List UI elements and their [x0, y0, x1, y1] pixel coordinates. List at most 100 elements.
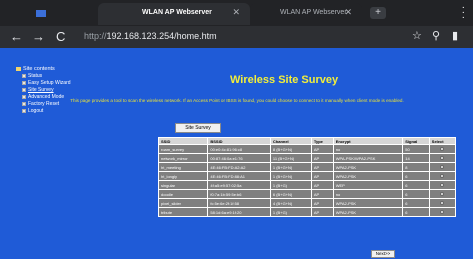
- table-cell: doodle: [157, 189, 209, 199]
- file-icon: [22, 88, 26, 92]
- table-cell: 4E:46:FB:FD:88:A1: [207, 171, 271, 181]
- sidebar-item-status[interactable]: Status: [22, 73, 96, 79]
- select-cell: [428, 144, 457, 154]
- table-cell: WEP: [332, 180, 404, 190]
- table-cell: f0:7a:1b:59:5e:b6: [207, 189, 271, 199]
- table-cell: 8 (B+G+N): [269, 144, 312, 154]
- site-survey-button[interactable]: Site Survey: [175, 123, 221, 133]
- table-cell: AP: [310, 180, 334, 190]
- url-field[interactable]: http://192.168.123.254/home.htm: [84, 31, 217, 41]
- select-cell: [428, 153, 457, 163]
- select-cell: [428, 198, 457, 208]
- site-contents-tree: Site contents Status Easy Setup Wizard S…: [16, 66, 96, 114]
- next-button[interactable]: Next>>: [371, 250, 395, 258]
- table-cell: AP: [310, 162, 334, 172]
- close-icon[interactable]: ✕: [232, 7, 240, 18]
- address-bar: ← → C http://192.168.123.254/home.htm ☆ …: [0, 26, 473, 48]
- select-cell: [428, 189, 457, 199]
- table-cell: WPA2-PSK: [332, 198, 404, 208]
- sidebar-item-logout[interactable]: Logout: [22, 108, 96, 114]
- url-protocol: http://: [84, 31, 107, 41]
- forward-arrow-icon[interactable]: →: [32, 29, 45, 45]
- table-cell: 8: [402, 162, 430, 172]
- column-header: Signal: [402, 137, 430, 145]
- table-cell: pixel_slider: [157, 198, 209, 208]
- select-radio[interactable]: [440, 191, 445, 196]
- select-radio[interactable]: [440, 182, 445, 187]
- page-description: This page provides a tool to scan the wi…: [70, 98, 404, 103]
- table-cell: network_mirror: [157, 153, 209, 163]
- table-row: tribute 58:1d:6a:e9:1f:20 1 (B+G) AP WPA2-PS…: [157, 207, 457, 217]
- select-radio[interactable]: [440, 155, 445, 160]
- select-radio[interactable]: [440, 164, 445, 169]
- table-row: ht_longly 4E:46:FB:FD:88:A1 1 (B+G+N) AP WPA…: [157, 171, 457, 181]
- table-row: doodle f0:7a:1b:59:5e:b6 6 (B+G+N) AP no 6: [157, 189, 457, 199]
- tab-title: WLAN AP Webserver: [280, 9, 347, 16]
- survey-table: SSID BSSID Channel Type Encrypt Signal S…: [157, 137, 457, 217]
- select-radio[interactable]: [440, 173, 445, 178]
- table-cell: 6 (B+G+N): [269, 189, 312, 199]
- table-cell: AP: [310, 207, 334, 217]
- table-cell: 6: [402, 189, 430, 199]
- web-page: Site contents Status Easy Setup Wizard S…: [0, 48, 473, 259]
- column-header: Channel: [269, 137, 312, 145]
- sidebar-item-site-survey[interactable]: Site Survey: [22, 87, 96, 93]
- select-cell: [428, 207, 457, 217]
- table-cell: 58:1d:6a:e9:1f:20: [207, 207, 271, 217]
- table-cell: AP: [310, 198, 334, 208]
- new-tab-button[interactable]: +: [370, 7, 386, 19]
- table-cell: 6: [402, 198, 430, 208]
- table-cell: singular: [157, 180, 209, 190]
- reload-icon[interactable]: C: [56, 29, 65, 45]
- table-cell: 11 (B+G+N): [269, 153, 312, 163]
- table-cell: no: [332, 144, 404, 154]
- table-cell: tribute: [157, 207, 209, 217]
- column-header: SSID: [157, 137, 209, 145]
- column-header: Select: [428, 137, 457, 145]
- table-cell: 00:e0:4c:81:96:c8: [207, 144, 271, 154]
- table-cell: WPA2-PSK: [332, 171, 404, 181]
- table-cell: WPA2-PSK: [332, 207, 404, 217]
- close-icon[interactable]: ✕: [344, 7, 352, 18]
- tab-active[interactable]: WLAN AP Webserver ✕: [98, 3, 250, 25]
- table-cell: 1 (B+G+N): [269, 171, 312, 181]
- star-icon[interactable]: ☆: [412, 29, 422, 42]
- search-icon[interactable]: ⚲: [432, 29, 440, 42]
- menu-icon[interactable]: · · ·: [462, 3, 465, 23]
- table-cell: 14: [402, 153, 430, 163]
- table-cell: AP: [310, 171, 334, 181]
- select-radio[interactable]: [440, 200, 445, 205]
- table-cell: 1 (B+G): [269, 180, 312, 190]
- table-cell: fc:5e:6e:2f:1f:58: [207, 198, 271, 208]
- table-cell: 4f:a5:e9:57:02:5a: [207, 180, 271, 190]
- tab-strip: WLAN AP Webserver ✕ WLAN AP Webserver ✕ …: [0, 0, 473, 26]
- column-header: Encrypt: [332, 137, 404, 145]
- table-cell: ht_longly: [157, 171, 209, 181]
- table-cell: ht_meeting: [157, 162, 209, 172]
- table-cell: WPA-PSK/WPA2-PSK: [332, 153, 404, 163]
- table-cell: 6: [402, 171, 430, 181]
- tab-inactive[interactable]: WLAN AP Webserver ✕: [250, 3, 362, 25]
- folder-icon: [16, 67, 21, 71]
- table-row: singular 4f:a5:e9:57:02:5a 1 (B+G) AP WEP 6: [157, 180, 457, 190]
- url-path: 192.168.123.254/home.htm: [106, 31, 217, 41]
- sidebar-item-easy-setup-wizard[interactable]: Easy Setup Wizard: [22, 80, 96, 86]
- bookmark-icon[interactable]: ▮: [452, 29, 458, 42]
- table-cell: 50: [402, 144, 430, 154]
- column-header: Type: [310, 137, 334, 145]
- table-cell: 4 (B+G+N): [269, 198, 312, 208]
- file-icon: [22, 74, 26, 78]
- file-icon: [22, 109, 26, 113]
- back-arrow-icon[interactable]: ←: [10, 29, 23, 45]
- apps-tab[interactable]: [10, 6, 100, 20]
- table-cell: AP: [310, 153, 334, 163]
- select-cell: [428, 162, 457, 172]
- table-row: network_mirror 00:87:46:0a:e1:76 11 (B+G+N…: [157, 153, 457, 163]
- table-cell: AP: [310, 189, 334, 199]
- table-cell: no: [332, 189, 404, 199]
- browser-window: WLAN AP Webserver ✕ WLAN AP Webserver ✕ …: [0, 0, 473, 259]
- select-radio[interactable]: [440, 209, 445, 214]
- select-radio[interactable]: [440, 146, 445, 151]
- table-row: roam_survey 00:e0:4c:81:96:c8 8 (B+G+N) AP n…: [157, 144, 457, 154]
- table-cell: AP: [310, 144, 334, 154]
